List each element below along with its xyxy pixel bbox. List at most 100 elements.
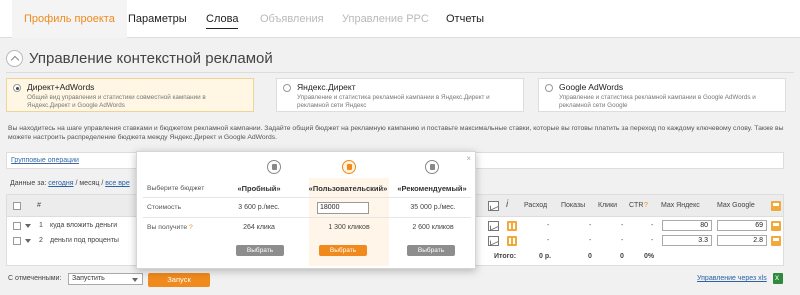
radio-icon[interactable]	[545, 84, 553, 92]
max-google-input[interactable]: 2.8	[717, 235, 767, 246]
option-google-adwords[interactable]: Google AdWords Управление и статистика р…	[538, 78, 786, 112]
info-text: Вы находитесь на шаге управления ставкам…	[8, 125, 784, 141]
top-nav: Профиль проекта Параметры Слова Объявлен…	[0, 0, 800, 38]
option-desc: Общий вид управления и статистики совмес…	[27, 94, 206, 109]
radio-icon[interactable]	[13, 84, 21, 92]
you-get-text: Вы получите	[147, 224, 188, 231]
info-icon[interactable]: i	[506, 199, 508, 210]
collapse-icon[interactable]	[6, 49, 23, 67]
option-desc: Управление и статистика рекламной кампан…	[297, 94, 490, 109]
totals-clicks: 0	[620, 253, 624, 260]
select-recommended-button[interactable]: Выбрать	[407, 245, 455, 256]
tab-ppc[interactable]: Управление PPC	[342, 0, 429, 38]
plan-recommended-name: «Рекомендуемый»	[397, 184, 467, 193]
custom-clicks: 1 300 кликов	[328, 224, 370, 231]
plan-trial-name: «Пробный»	[237, 184, 281, 193]
save-icon[interactable]	[771, 221, 781, 231]
tab-parameters[interactable]: Параметры	[128, 0, 187, 38]
header-expense[interactable]: Расход	[524, 202, 547, 209]
you-get-label: Вы получите ?	[147, 224, 193, 231]
option-title: Яндекс.Директ	[297, 82, 356, 92]
chart-icon[interactable]	[488, 236, 499, 246]
option-desc: Управление и статистика рекламной кампан…	[559, 94, 756, 109]
max-google-input[interactable]: 69	[717, 220, 767, 231]
row-impressions: -	[589, 222, 592, 229]
header-max-google[interactable]: Max Google	[717, 202, 755, 209]
tab-project-profile[interactable]: Профиль проекта	[12, 0, 127, 38]
row-impressions: -	[589, 237, 592, 244]
divider	[6, 72, 794, 73]
bulk-action-value: Запустить	[72, 275, 105, 282]
custom-budget-input[interactable]: 18000	[317, 202, 369, 214]
totals-label: Итого:	[494, 253, 517, 260]
trial-cost: 3 600 р./мес.	[238, 204, 280, 211]
divider	[143, 217, 471, 218]
row-ctr: -	[651, 237, 654, 244]
pause-icon[interactable]	[507, 221, 517, 231]
trial-plan-icon	[267, 160, 281, 174]
close-icon[interactable]: ×	[466, 154, 471, 163]
option-direct-adwords[interactable]: Директ+AdWords Общий вид управления и ст…	[6, 78, 254, 112]
recommended-cost: 35 000 р./мес.	[410, 204, 456, 211]
max-yandex-input[interactable]: 3.3	[662, 235, 712, 246]
option-yandex-direct[interactable]: Яндекс.Директ Управление и статистика ре…	[276, 78, 524, 112]
select-custom-button[interactable]: Выбрать	[319, 245, 367, 256]
select-trial-button[interactable]: Выбрать	[236, 245, 284, 256]
row-expense: -	[547, 222, 550, 229]
period-all-link[interactable]: все вре	[105, 180, 129, 187]
cost-label: Стоимость	[147, 204, 182, 211]
totals-impressions: 0	[588, 253, 592, 260]
recommended-clicks: 2 600 кликов	[412, 224, 454, 231]
excel-icon[interactable]	[773, 273, 783, 284]
chart-icon[interactable]	[488, 221, 499, 231]
chevron-down-icon[interactable]	[25, 239, 31, 243]
bulk-actions-label: С отмеченными:	[8, 275, 62, 282]
recommended-plan-icon	[425, 160, 439, 174]
tab-ads[interactable]: Объявления	[260, 0, 324, 38]
data-period-label: Данные за:	[10, 180, 47, 187]
save-icon[interactable]	[771, 236, 781, 246]
select-all-checkbox[interactable]	[13, 202, 21, 210]
trial-clicks: 264 клика	[243, 224, 275, 231]
tab-words[interactable]: Слова	[206, 0, 239, 38]
chart-icon[interactable]	[488, 201, 499, 211]
row-keyword: куда вложить деньги	[50, 222, 118, 229]
run-button[interactable]: Запуск	[148, 273, 210, 287]
row-keyword: деньги под проценты	[50, 237, 119, 244]
plan-custom-name: «Пользовательский»	[308, 184, 388, 193]
divider	[143, 197, 471, 198]
radio-icon[interactable]	[283, 84, 291, 92]
xls-management-link[interactable]: Управление через xls	[697, 275, 767, 282]
header-impressions[interactable]: Показы	[561, 202, 585, 209]
row-expense: -	[547, 237, 550, 244]
budget-popup: × Выберите бюджет «Пробный» «Пользовател…	[136, 151, 476, 269]
row-num: 2	[39, 237, 43, 244]
header-max-yandex[interactable]: Max Яндекс	[661, 202, 700, 209]
chevron-down-icon	[132, 278, 138, 282]
header-ctr[interactable]: CTR	[629, 202, 643, 209]
page-title: Управление контекстной рекламой	[29, 49, 273, 67]
header-clicks[interactable]: Клики	[598, 202, 617, 209]
help-icon[interactable]: ?	[189, 224, 193, 231]
budget-label: Выберите бюджет	[147, 185, 205, 192]
totals-ctr: 0%	[644, 253, 655, 260]
ctr-help-icon[interactable]: ?	[644, 202, 648, 209]
bulk-action-select[interactable]: Запустить	[68, 273, 143, 285]
period-month[interactable]: / месяц /	[75, 180, 103, 187]
row-checkbox[interactable]	[13, 237, 21, 245]
max-yandex-input[interactable]: 80	[662, 220, 712, 231]
custom-plan-icon	[342, 160, 356, 174]
totals-expense: 0 р.	[539, 253, 552, 260]
header-num: #	[37, 202, 41, 209]
save-icon[interactable]	[771, 201, 781, 211]
row-ctr: -	[651, 222, 654, 229]
period-today-link[interactable]: сегодня	[48, 180, 73, 187]
row-checkbox[interactable]	[13, 222, 21, 230]
title-row: Управление контекстной рекламой	[6, 45, 273, 71]
row-clicks: -	[621, 222, 624, 229]
chevron-down-icon[interactable]	[25, 224, 31, 228]
row-num: 1	[39, 222, 43, 229]
tab-reports[interactable]: Отчеты	[446, 0, 484, 38]
pause-icon[interactable]	[507, 236, 517, 246]
data-period: Данные за: сегодня / месяц / все вре	[10, 180, 130, 187]
